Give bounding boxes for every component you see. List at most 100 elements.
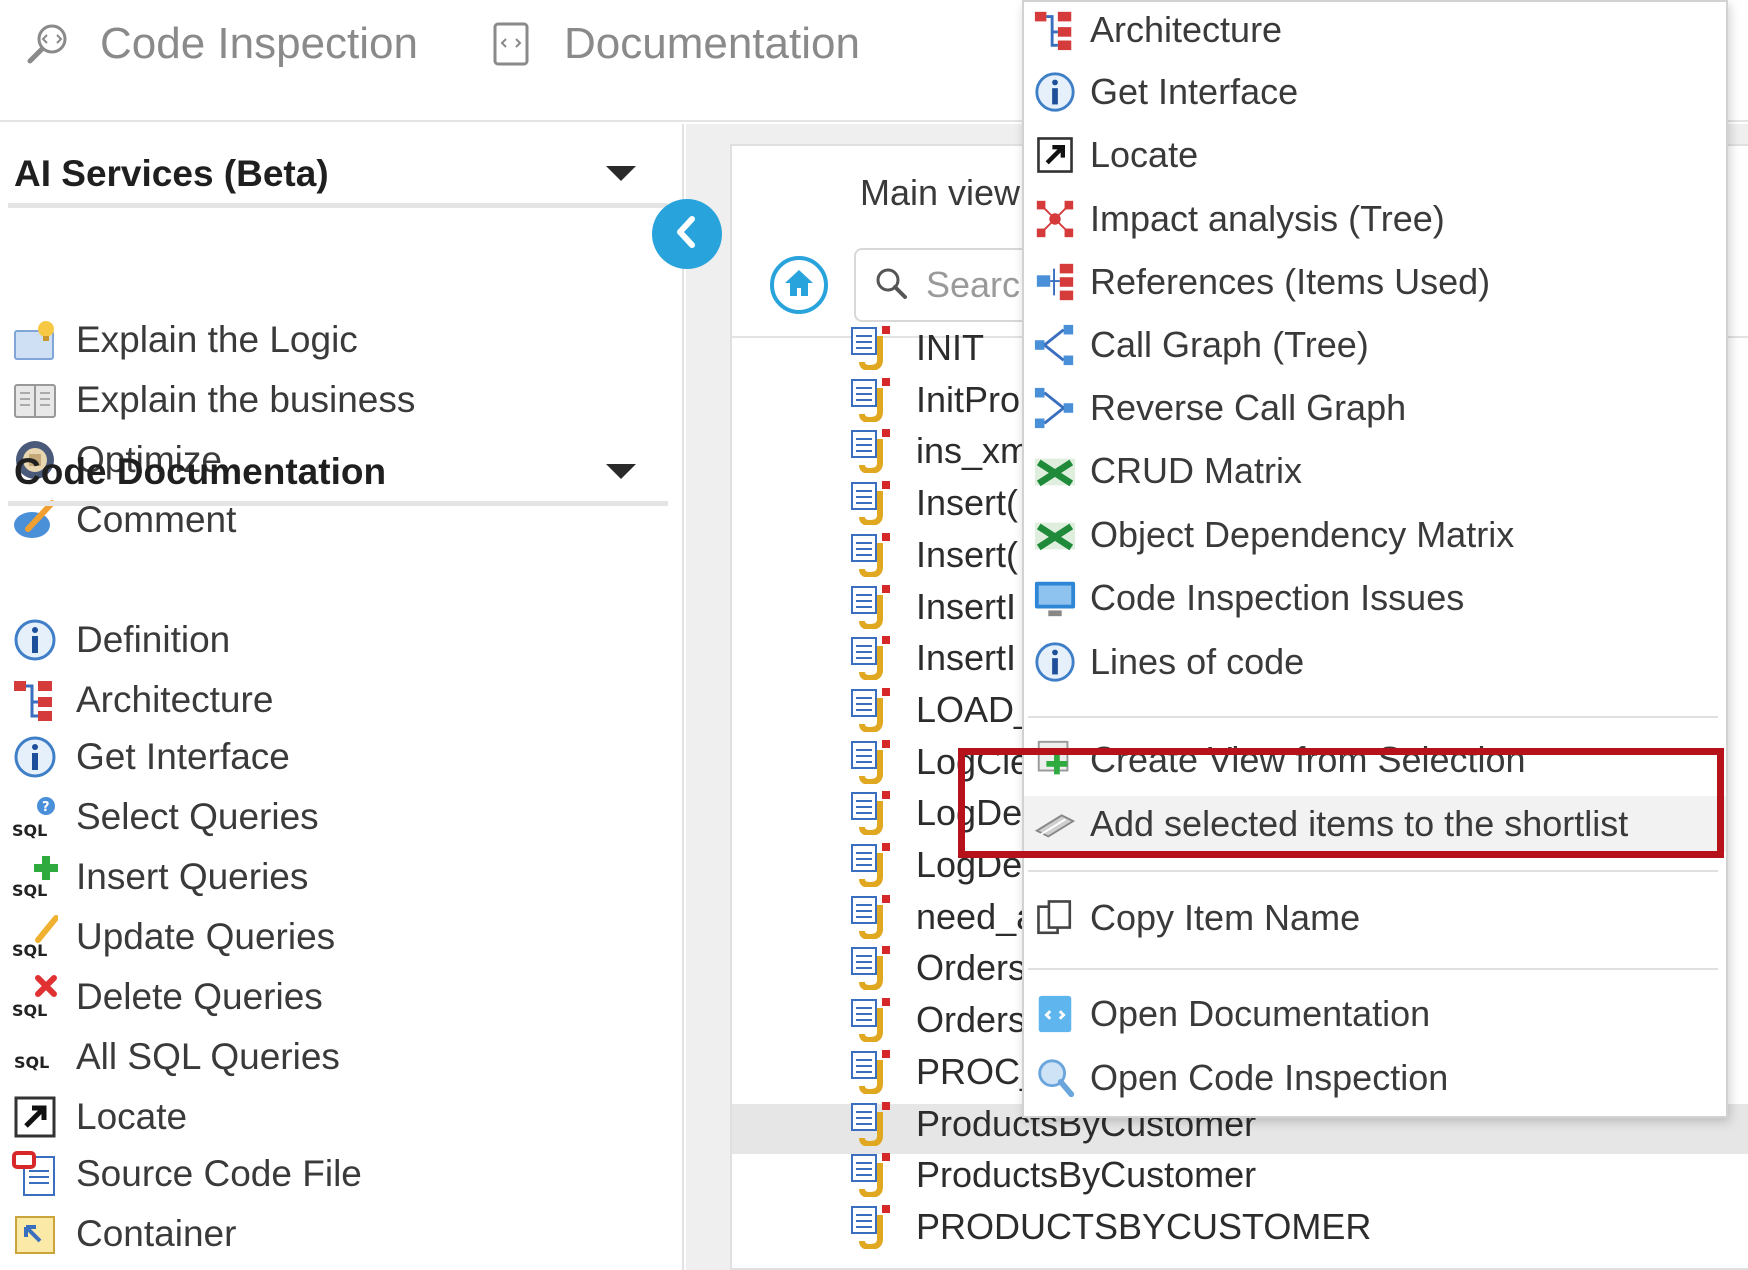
menu-item-label: Locate xyxy=(1090,134,1199,175)
menu-item-locate[interactable]: Locate xyxy=(1032,127,1198,183)
menu-item-impact-analysis[interactable]: Impact analysis (Tree) xyxy=(1032,191,1445,247)
sidebar-item-label: Architecture xyxy=(76,679,274,720)
menu-item-label: References (Items Used) xyxy=(1090,261,1491,302)
tree-item[interactable]: Insert( xyxy=(850,529,1018,581)
menu-item-object-dependency-matrix[interactable]: Object Dependency Matrix xyxy=(1032,507,1514,563)
references-icon xyxy=(1032,259,1078,305)
stored-procedure-icon xyxy=(850,531,898,579)
tree-item[interactable]: InsertI xyxy=(850,581,1016,633)
sql-icon: SQL xyxy=(10,1032,60,1082)
sidebar-item-get-interface[interactable]: Get Interface xyxy=(10,727,290,787)
stored-procedure-icon xyxy=(850,789,898,837)
menu-item-references[interactable]: References (Items Used) xyxy=(1032,254,1490,310)
sql-delete-icon: SQL xyxy=(10,972,60,1022)
menu-item-label: Code Inspection Issues xyxy=(1090,577,1465,618)
sidebar-item-insert-queries[interactable]: SQL Insert Queries xyxy=(10,847,308,907)
section-code-documentation[interactable]: Code Documentation xyxy=(8,442,668,506)
sidebar-item-container[interactable]: Container xyxy=(10,1204,236,1264)
tree-item-label: Insert( xyxy=(916,533,1019,575)
tree-item[interactable]: PRODUCTSBYCUSTOMER xyxy=(850,1201,1371,1253)
tree-item[interactable]: ins_xm xyxy=(850,425,1030,477)
tab-documentation[interactable]: Documentation xyxy=(486,14,860,74)
collapse-sidebar-button[interactable] xyxy=(652,199,722,269)
stored-procedure-icon xyxy=(850,738,898,786)
sidebar: AI Services (Beta) Explain the Logic Exp… xyxy=(0,124,684,1270)
sql-select-icon: SQL? xyxy=(10,792,60,842)
menu-item-reverse-call-graph[interactable]: Reverse Call Graph xyxy=(1032,380,1406,436)
section-title: AI Services (Beta) xyxy=(14,152,329,194)
menu-item-label: Lines of code xyxy=(1090,641,1305,682)
menu-item-call-graph[interactable]: Call Graph (Tree) xyxy=(1032,317,1369,373)
tree-item-label: ProductsByCustomer xyxy=(916,1154,1257,1196)
home-icon xyxy=(783,268,815,303)
sidebar-item-label: Definition xyxy=(76,619,231,660)
sidebar-item-architecture[interactable]: Architecture xyxy=(10,670,273,730)
menu-item-crud-matrix[interactable]: CRUD Matrix xyxy=(1032,443,1302,499)
locate-icon xyxy=(10,1092,60,1142)
source-file-icon xyxy=(10,1149,60,1199)
chevron-down-icon[interactable] xyxy=(606,166,636,181)
menu-item-code-inspection-issues[interactable]: Code Inspection Issues xyxy=(1032,570,1464,626)
sidebar-item-explain-logic[interactable]: Explain the Logic xyxy=(10,310,358,370)
monitor-icon xyxy=(1032,575,1078,621)
sidebar-item-all-sql-queries[interactable]: SQL All SQL Queries xyxy=(10,1027,340,1087)
tree-item[interactable]: INIT xyxy=(850,322,984,374)
menu-item-lines-of-code[interactable]: Lines of code xyxy=(1032,634,1304,690)
menu-divider xyxy=(1028,716,1718,718)
sidebar-item-update-queries[interactable]: SQL Update Queries xyxy=(10,907,335,967)
reverse-call-graph-icon xyxy=(1032,385,1078,431)
home-button[interactable] xyxy=(770,256,828,314)
impact-tree-icon xyxy=(1032,196,1078,242)
tree-item[interactable]: LOAD_ xyxy=(850,684,1034,736)
tree-item[interactable]: Insert( xyxy=(850,477,1018,529)
menu-item-label: Open Documentation xyxy=(1090,993,1431,1034)
menu-item-architecture[interactable]: Architecture xyxy=(1032,2,1282,58)
svg-text:?: ? xyxy=(42,800,50,815)
menu-item-get-interface[interactable]: Get Interface xyxy=(1032,64,1298,120)
tab-label: Code Inspection xyxy=(100,19,418,68)
app-root: Code Inspection Documentation AI Service… xyxy=(0,0,1748,1270)
copy-icon xyxy=(1032,895,1078,941)
sidebar-item-label: Insert Queries xyxy=(76,856,309,897)
architecture-icon xyxy=(10,675,60,725)
chevron-down-icon[interactable] xyxy=(606,464,636,479)
tree-item-label: Orders xyxy=(916,999,1027,1041)
tree-item[interactable]: InitPro xyxy=(850,374,1020,426)
tree-item[interactable]: InsertI xyxy=(850,632,1016,684)
tree-item[interactable]: need_a xyxy=(850,891,1036,943)
lightbulb-doc-icon xyxy=(10,315,60,365)
sidebar-item-label: All SQL Queries xyxy=(76,1036,340,1077)
svg-text:SQL: SQL xyxy=(12,941,47,960)
open-doc-icon xyxy=(1032,991,1078,1037)
main-view-title: Main view xyxy=(860,172,1021,213)
menu-item-open-documentation[interactable]: Open Documentation xyxy=(1032,986,1430,1042)
sidebar-item-explain-business[interactable]: Explain the business xyxy=(10,370,415,430)
sidebar-item-label: Source Code File xyxy=(76,1153,362,1194)
tab-code-inspection[interactable]: Code Inspection xyxy=(22,14,418,74)
sidebar-item-definition[interactable]: Definition xyxy=(10,610,230,670)
tree-item[interactable]: Orders xyxy=(850,994,1026,1046)
menu-item-label: Get Interface xyxy=(1090,71,1299,112)
sidebar-item-locate[interactable]: Locate xyxy=(10,1087,187,1147)
stored-procedure-icon xyxy=(850,1203,898,1251)
menu-item-copy-item-name[interactable]: Copy Item Name xyxy=(1032,890,1360,946)
locate-icon xyxy=(1032,132,1078,178)
menu-item-label: Open Code Inspection xyxy=(1090,1057,1449,1098)
tree-item[interactable]: PROC_ xyxy=(850,1046,1040,1098)
menu-item-label: Object Dependency Matrix xyxy=(1090,514,1515,555)
tree-item-label: PRODUCTSBYCUSTOMER xyxy=(916,1205,1372,1247)
sidebar-item-source-code-file[interactable]: Source Code File xyxy=(10,1144,362,1204)
menu-item-open-code-inspection[interactable]: Open Code Inspection xyxy=(1032,1050,1448,1106)
tree-item[interactable]: ProductsByCustomer xyxy=(850,1149,1256,1201)
section-ai-services[interactable]: AI Services (Beta) xyxy=(8,144,668,208)
tree-item-label: INIT xyxy=(916,327,984,368)
annotation-highlight-box xyxy=(958,748,1724,858)
sidebar-item-label: Container xyxy=(76,1213,237,1254)
svg-text:SQL: SQL xyxy=(12,821,47,840)
sidebar-item-delete-queries[interactable]: SQL Delete Queries xyxy=(10,967,323,1027)
tree-item[interactable]: Orders xyxy=(850,942,1026,994)
sidebar-item-select-queries[interactable]: SQL? Select Queries xyxy=(10,787,319,847)
book-icon xyxy=(10,375,60,425)
info-icon xyxy=(10,615,60,665)
menu-item-label: Architecture xyxy=(1090,9,1283,50)
